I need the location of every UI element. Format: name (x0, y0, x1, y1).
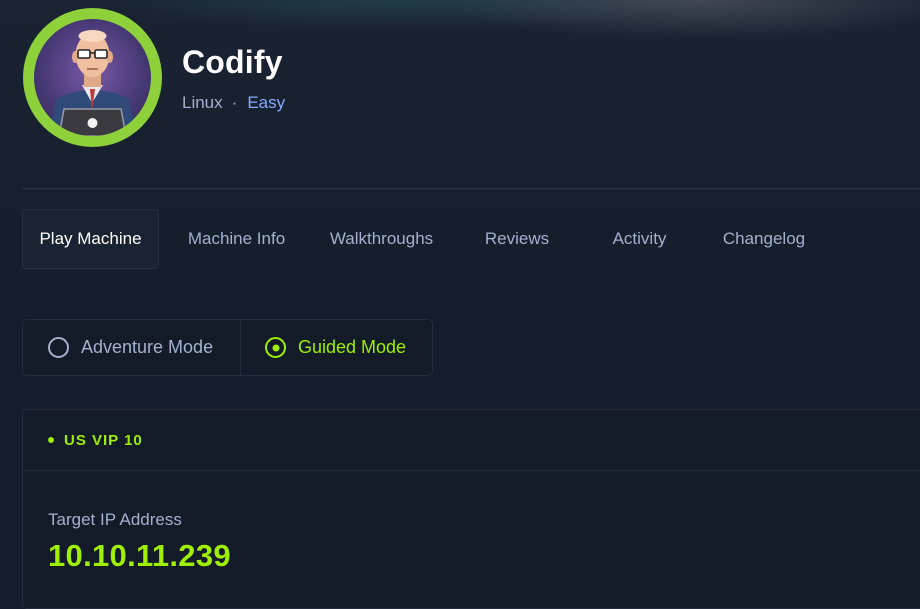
machine-tabs: Play Machine Machine Info Walkthroughs R… (22, 209, 834, 269)
tab-reviews[interactable]: Reviews (449, 209, 585, 269)
adventure-mode-label: Adventure Mode (81, 337, 214, 357)
guided-mode-radio[interactable] (265, 337, 286, 358)
tab-changelog[interactable]: Changelog (694, 209, 834, 269)
machine-name: Codify (182, 44, 283, 80)
guided-mode-option[interactable]: Guided Mode (241, 320, 406, 375)
machine-meta: Linux · Easy (182, 93, 285, 113)
tab-walkthroughs[interactable]: Walkthroughs (314, 209, 449, 269)
target-ip-address[interactable]: 10.10.11.239 (48, 538, 231, 574)
tab-machine-info[interactable]: Machine Info (159, 209, 314, 269)
machine-avatar (23, 8, 162, 147)
mode-toggle: Adventure Mode Guided Mode (22, 319, 433, 376)
machine-difficulty: Easy (247, 93, 286, 112)
vpn-server-header: US VIP 10 (23, 410, 920, 471)
meta-separator: · (231, 93, 238, 112)
machine-avatar-icon (34, 19, 151, 136)
adventure-mode-option[interactable]: Adventure Mode (23, 320, 241, 375)
adventure-mode-radio[interactable] (48, 337, 69, 358)
tab-activity[interactable]: Activity (585, 209, 694, 269)
vpn-server-name: US VIP 10 (64, 431, 143, 449)
header-divider (22, 188, 920, 189)
tab-play-machine[interactable]: Play Machine (22, 209, 159, 269)
machine-os: Linux (182, 93, 223, 112)
target-ip-label: Target IP Address (48, 510, 182, 529)
server-status-dot (48, 437, 54, 443)
guided-mode-label: Guided Mode (298, 337, 407, 357)
connection-panel: US VIP 10 Target IP Address 10.10.11.239 (22, 409, 920, 609)
